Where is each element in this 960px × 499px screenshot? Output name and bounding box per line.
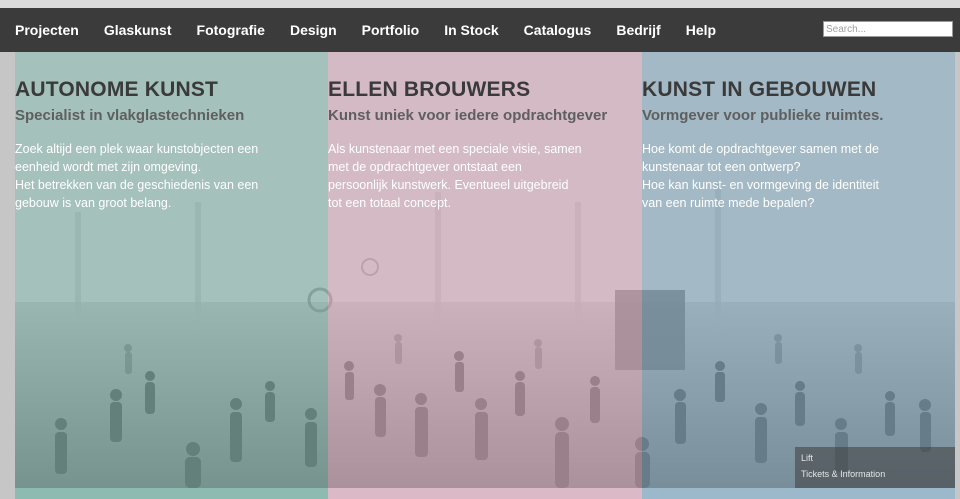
column-text-line: Het betrekken van de geschiedenis van ee…: [15, 178, 259, 192]
nav-item-in-stock[interactable]: In Stock: [444, 22, 498, 38]
column-autonome-kunst: AUTONOME KUNST Specialist in vlakglastec…: [15, 78, 258, 212]
nav-item-portfolio[interactable]: Portfolio: [362, 22, 420, 38]
column-subtitle: Vormgever voor publieke ruimtes.: [642, 107, 884, 124]
column-text-line: met de opdrachtgever ontstaat een: [328, 160, 522, 174]
top-strip: [0, 0, 960, 8]
nav-items: Projecten Glaskunst Fotografie Design Po…: [0, 8, 741, 52]
column-text-line: kunstenaar tot een ontwerp?: [642, 160, 801, 174]
column-title[interactable]: AUTONOME KUNST: [15, 78, 258, 102]
search-input[interactable]: [823, 21, 953, 37]
nav-item-fotografie[interactable]: Fotografie: [197, 22, 265, 38]
column-title[interactable]: ELLEN BROUWERS: [328, 78, 607, 102]
column-subtitle: Kunst uniek voor iedere opdrachtgever: [328, 107, 608, 124]
column-text-line: gebouw is van groot belang.: [15, 196, 172, 210]
column-title[interactable]: KUNST IN GEBOUWEN: [642, 78, 883, 102]
column-text-line: Als kunstenaar met een speciale visie, s…: [328, 142, 582, 156]
column-ellen-brouwers: ELLEN BROUWERS Kunst uniek voor iedere o…: [328, 78, 607, 212]
column-kunst-in-gebouwen: KUNST IN GEBOUWEN Vormgever voor publiek…: [642, 78, 883, 212]
signage-lift-text: Lift: [801, 453, 814, 463]
column-subtitle: Specialist in vlakglastechnieken: [15, 107, 245, 124]
nav-item-bedrijf[interactable]: Bedrijf: [616, 22, 660, 38]
bottom-band-blue: [642, 488, 955, 499]
column-text: Hoe komt de opdrachtgever samen met de k…: [642, 140, 883, 212]
column-text-line: van een ruimte mede bepalen?: [642, 196, 815, 210]
column-text-line: tot een totaal concept.: [328, 196, 452, 210]
bottom-band-pink: [328, 488, 642, 499]
page-margin-right: [955, 52, 960, 499]
column-text-line: persoonlijk kunstwerk. Eventueel uitgebr…: [328, 178, 569, 192]
bottom-band-teal: [15, 488, 328, 499]
column-text-line: eenheid wordt met zijn omgeving.: [15, 160, 202, 174]
column-text: Als kunstenaar met een speciale visie, s…: [328, 140, 607, 212]
column-text-line: Hoe komt de opdrachtgever samen met de: [642, 142, 879, 156]
signage-tickets-text: Tickets & Information: [801, 469, 886, 479]
column-text-line: Zoek altijd een plek waar kunstobjecten …: [15, 142, 259, 156]
nav-item-catalogus[interactable]: Catalogus: [524, 22, 592, 38]
nav-item-design[interactable]: Design: [290, 22, 337, 38]
page-margin-left: [0, 52, 15, 499]
station-signage: Lift Tickets & Information: [795, 447, 955, 488]
nav-item-glaskunst[interactable]: Glaskunst: [104, 22, 172, 38]
nav-item-projecten[interactable]: Projecten: [15, 22, 79, 38]
column-text-line: Hoe kan kunst- en vormgeving de identite…: [642, 178, 879, 192]
main-navigation: Projecten Glaskunst Fotografie Design Po…: [0, 8, 960, 52]
nav-item-help[interactable]: Help: [686, 22, 716, 38]
column-text: Zoek altijd een plek waar kunstobjecten …: [15, 140, 258, 212]
